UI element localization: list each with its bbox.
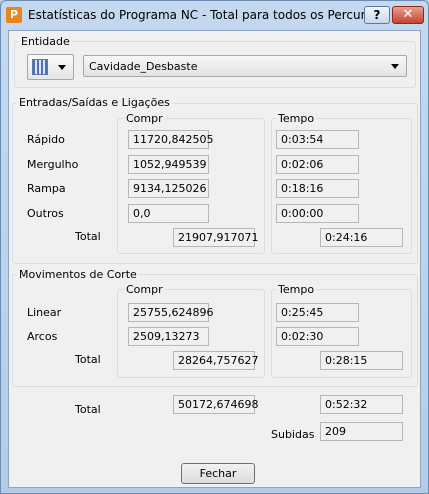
cutting-row-label: Linear (27, 306, 62, 319)
cutting-row-time: 0:25:45 (276, 303, 359, 322)
close-window-button[interactable]: ✕ (392, 6, 424, 24)
links-row-length: 0,0 (128, 204, 209, 223)
grand-total-length: 50172,674698 (173, 395, 258, 414)
entity-type-button[interactable] (27, 54, 74, 80)
cutting-row-label: Arcos (27, 330, 58, 343)
links-group-label: Entradas/Saídas e Ligações (17, 96, 172, 109)
links-time-header: Tempo (276, 112, 317, 125)
cutting-row-length: 2509,13273 (128, 327, 209, 346)
chevron-down-icon (58, 65, 66, 70)
help-button[interactable]: ? (364, 6, 390, 24)
title-bar[interactable]: P Estatísticas do Programa NC - Total pa… (1, 1, 428, 29)
links-row-time: 0:02:06 (276, 155, 359, 174)
links-total-label: Total (75, 230, 101, 243)
toolpath-icon (32, 59, 48, 75)
entity-select[interactable]: Cavidade_Desbaste (83, 55, 407, 77)
cutting-group-label: Movimentos de Corte (17, 268, 139, 281)
links-row-label: Outros (27, 207, 64, 220)
links-row-time: 0:18:16 (276, 179, 359, 198)
grand-total-time: 0:52:32 (320, 395, 403, 414)
grand-total-label: Total (75, 403, 101, 416)
dialog-body: Entidade Cavidade_Desbaste Entradas/Saíd… (8, 30, 421, 488)
cutting-total-length: 28264,757627 (173, 351, 258, 370)
dialog-window: P Estatísticas do Programa NC - Total pa… (0, 0, 429, 494)
cutting-total-time: 0:28:15 (320, 351, 403, 370)
entity-select-value: Cavidade_Desbaste (89, 60, 198, 73)
links-row-label: Rampa (27, 182, 66, 195)
links-row-label: Mergulho (27, 158, 79, 171)
cutting-total-label: Total (75, 353, 101, 366)
links-row-length: 9134,125026 (128, 179, 209, 198)
close-button[interactable]: Fechar (181, 463, 255, 484)
cutting-row-time: 0:02:30 (276, 327, 359, 346)
window-title: Estatísticas do Programa NC - Total para… (28, 8, 386, 22)
links-row-time: 0:03:54 (276, 130, 359, 149)
cutting-time-header: Tempo (276, 283, 317, 296)
links-row-time: 0:00:00 (276, 204, 359, 223)
app-logo-icon: P (6, 7, 22, 23)
links-row-length: 1052,949539 (128, 155, 209, 174)
links-row-label: Rápido (27, 133, 65, 146)
entity-group-label: Entidade (19, 35, 72, 48)
links-total-time: 0:24:16 (320, 228, 403, 247)
lifts-label: Subidas (271, 428, 315, 441)
links-total-length: 21907,917071 (173, 228, 258, 247)
lifts-count: 209 (320, 422, 403, 441)
links-length-header: Compr (124, 112, 165, 125)
chevron-down-icon (391, 64, 399, 69)
cutting-length-header: Compr (124, 283, 165, 296)
cutting-row-length: 25755,624896 (128, 303, 213, 322)
links-row-length: 11720,842505 (128, 130, 213, 149)
